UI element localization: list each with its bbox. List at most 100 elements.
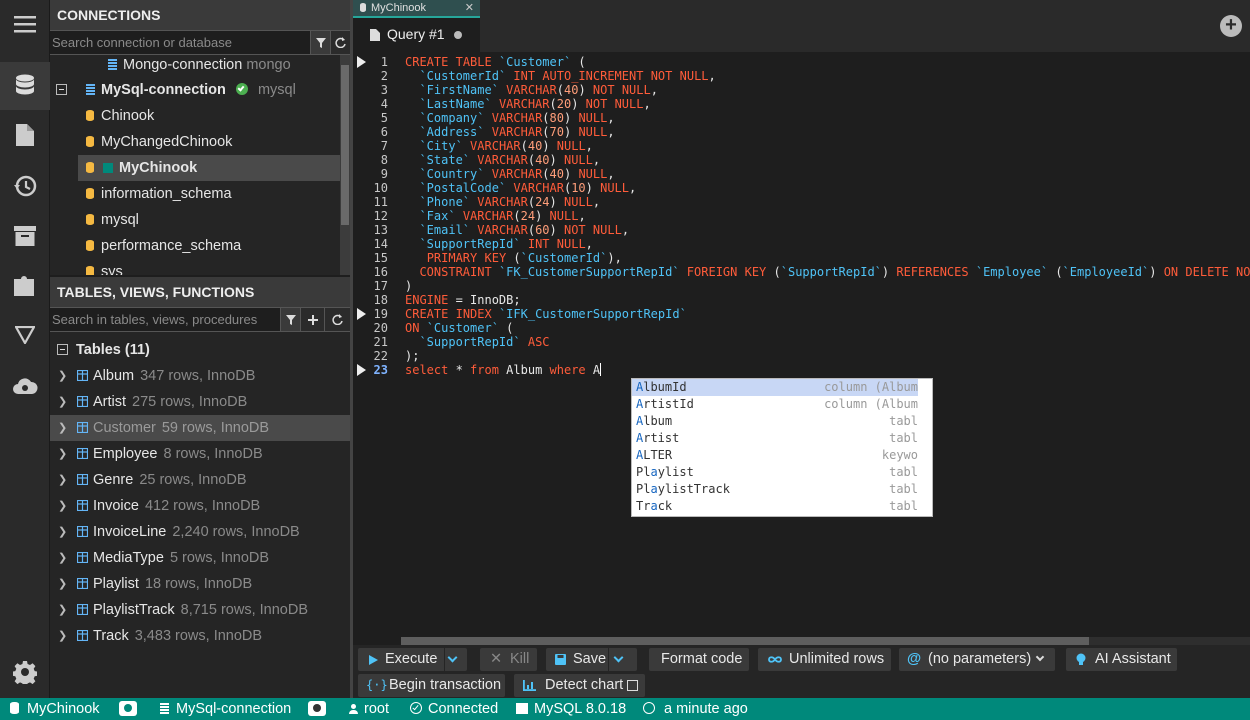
code-line[interactable]: CREATE TABLE `Customer` (	[405, 55, 586, 69]
palette-icon[interactable]	[308, 701, 326, 716]
sql-editor[interactable]: 1 2 3 4 5 6 7 8 9 10 11 12 13 14 15 16 17 18 19 20 21 22 23 CR…	[353, 52, 1250, 645]
autocomplete-item[interactable]: AlbumId column (Album	[632, 379, 918, 396]
code-line[interactable]: `FirstName` VARCHAR(40) NOT NULL,	[405, 83, 658, 97]
code-line[interactable]: ON `Customer` (	[405, 321, 513, 335]
code-line[interactable]: );	[405, 349, 419, 363]
code-line[interactable]: `Email` VARCHAR(60) NOT NULL,	[405, 223, 629, 237]
table-row[interactable]: ❯ Invoice 412 rows, InnoDB	[50, 493, 350, 519]
parameters-button[interactable]: @ (no parameters)	[899, 648, 1055, 671]
table-row[interactable]: ❯ PlaylistTrack 8,715 rows, InnoDB	[50, 597, 350, 623]
autocomplete-item[interactable]: PlaylistTrack tabl	[632, 481, 918, 498]
detect-chart-button[interactable]: Detect chart	[514, 674, 645, 697]
status-database[interactable]: MyChinook	[10, 698, 100, 720]
collapse-icon[interactable]	[56, 84, 67, 95]
database-item[interactable]: MyChangedChinook	[86, 129, 232, 155]
chevron-right-icon[interactable]: ❯	[58, 519, 67, 545]
kill-button[interactable]: ✕ Kill	[480, 648, 537, 671]
table-row[interactable]: ❯ Customer 59 rows, InnoDB	[50, 415, 350, 441]
connection-mongo[interactable]: Mongo-connection mongo	[108, 55, 291, 78]
table-row[interactable]: ❯ Album 347 rows, InnoDB	[50, 363, 350, 389]
code-line[interactable]: select * from Album where A	[405, 363, 602, 377]
chevron-right-icon[interactable]: ❯	[58, 467, 67, 493]
status-connection[interactable]: MySql-connection	[160, 698, 291, 720]
chevron-right-icon[interactable]: ❯	[58, 493, 67, 519]
begin-transaction-button[interactable]: {·} Begin transaction	[358, 674, 505, 697]
code-line[interactable]: `LastName` VARCHAR(20) NOT NULL,	[405, 97, 650, 111]
database-item[interactable]: performance_schema	[86, 233, 241, 259]
code-line[interactable]: `Country` VARCHAR(40) NULL,	[405, 167, 614, 181]
table-row[interactable]: ❯ InvoiceLine 2,240 rows, InnoDB	[50, 519, 350, 545]
code-line[interactable]: `SupportRepId` ASC	[405, 335, 549, 349]
chevron-down-icon[interactable]	[613, 652, 624, 663]
scrollbar-thumb[interactable]	[401, 637, 1089, 645]
add-tab-button[interactable]: +	[1220, 15, 1242, 37]
chevron-right-icon[interactable]: ❯	[58, 415, 67, 441]
plugins-icon[interactable]	[0, 262, 50, 310]
editor-horizontal-scrollbar[interactable]	[401, 637, 1250, 645]
connection-search-input[interactable]	[50, 31, 310, 54]
filter-icon[interactable]	[0, 311, 50, 359]
table-row[interactable]: ❯ Employee 8 rows, InnoDB	[50, 441, 350, 467]
file-icon[interactable]	[0, 111, 50, 159]
code-line[interactable]: PRIMARY KEY (`CustomerId`),	[405, 251, 622, 265]
connections-scrollbar[interactable]	[340, 55, 350, 275]
run-statement-icon[interactable]	[357, 56, 366, 68]
menu-icon[interactable]	[0, 0, 50, 48]
tables-search-input[interactable]	[50, 308, 280, 331]
database-icon[interactable]	[0, 62, 50, 110]
execute-button[interactable]: Execute	[358, 648, 467, 671]
code-line[interactable]: `SupportRepId` INT NULL,	[405, 237, 592, 251]
database-item[interactable]: mysql	[86, 207, 139, 233]
table-row[interactable]: ❯ Track 3,483 rows, InnoDB	[50, 623, 350, 649]
code-line[interactable]: `PostalCode` VARCHAR(10) NULL,	[405, 181, 636, 195]
tab-query-1[interactable]: Query #1	[353, 16, 480, 52]
autocomplete-item[interactable]: ALTER keywo	[632, 447, 918, 464]
history-icon[interactable]	[0, 162, 50, 210]
chevron-right-icon[interactable]: ❯	[58, 441, 67, 467]
autocomplete-item[interactable]: ArtistId column (Album	[632, 396, 918, 413]
code-line[interactable]: CREATE INDEX `IFK_CustomerSupportRepId`	[405, 307, 687, 321]
code-line[interactable]: `Phone` VARCHAR(24) NULL,	[405, 195, 600, 209]
autocomplete-item[interactable]: Album tabl	[632, 413, 918, 430]
database-item-selected[interactable]: MyChinook	[78, 155, 340, 181]
autocomplete-item[interactable]: Artist tabl	[632, 430, 918, 447]
chevron-down-icon[interactable]	[447, 652, 458, 663]
ai-assistant-button[interactable]: AI Assistant	[1066, 648, 1177, 671]
code-line[interactable]: `State` VARCHAR(40) NULL,	[405, 153, 600, 167]
row-limit-button[interactable]: Unlimited rows	[758, 648, 891, 671]
refresh-icon[interactable]	[324, 308, 350, 331]
database-item[interactable]: information_schema	[86, 181, 232, 207]
add-icon[interactable]	[300, 308, 324, 331]
filter-icon[interactable]	[310, 31, 330, 54]
connection-tab[interactable]: MyChinook ✕	[353, 0, 480, 16]
autocomplete-popup[interactable]: AlbumId column (Album ArtistId column (Albu…	[631, 378, 933, 517]
palette-icon[interactable]	[119, 701, 137, 716]
autocomplete-item[interactable]: Playlist tabl	[632, 464, 918, 481]
close-tab-icon[interactable]: ✕	[465, 0, 474, 16]
tables-group[interactable]: Tables (11)	[50, 337, 350, 363]
format-code-button[interactable]: Format code	[649, 648, 749, 671]
code-line[interactable]: )	[405, 279, 412, 293]
chevron-right-icon[interactable]: ❯	[58, 571, 67, 597]
checkbox[interactable]	[627, 680, 638, 691]
chevron-right-icon[interactable]: ❯	[58, 363, 67, 389]
chevron-right-icon[interactable]: ❯	[58, 623, 67, 649]
code-line[interactable]: `Fax` VARCHAR(24) NULL,	[405, 209, 585, 223]
filter-icon[interactable]	[280, 308, 300, 331]
scrollbar-thumb[interactable]	[341, 65, 349, 225]
table-row[interactable]: ❯ Playlist 18 rows, InnoDB	[50, 571, 350, 597]
code-line[interactable]: `City` VARCHAR(40) NULL,	[405, 139, 592, 153]
chevron-right-icon[interactable]: ❯	[58, 597, 67, 623]
table-row[interactable]: ❯ Artist 275 rows, InnoDB	[50, 389, 350, 415]
code-line[interactable]: ENGINE = InnoDB;	[405, 293, 521, 307]
refresh-icon[interactable]	[330, 31, 350, 54]
table-row[interactable]: ❯ MediaType 5 rows, InnoDB	[50, 545, 350, 571]
table-row[interactable]: ❯ Genre 25 rows, InnoDB	[50, 467, 350, 493]
chevron-right-icon[interactable]: ❯	[58, 545, 67, 571]
settings-gear-icon[interactable]	[0, 648, 50, 696]
connection-mysql[interactable]: MySql-connection mysql	[56, 77, 296, 103]
code-line[interactable]: `Address` VARCHAR(70) NULL,	[405, 125, 614, 139]
save-button[interactable]: Save	[546, 648, 637, 671]
database-item[interactable]: sys	[86, 259, 123, 275]
code-line[interactable]: CONSTRAINT `FK_CustomerSupportRepId` FOR…	[405, 265, 1250, 279]
